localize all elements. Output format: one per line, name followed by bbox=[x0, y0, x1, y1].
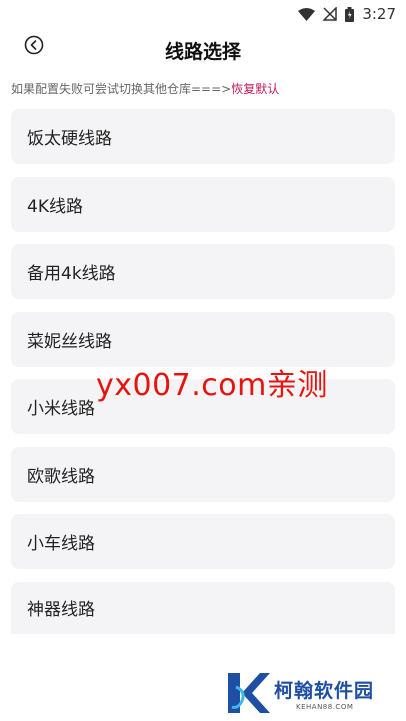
route-label: 欧歌线路 bbox=[27, 466, 95, 487]
route-item[interactable]: 欧歌线路 bbox=[11, 446, 395, 502]
route-label: 小车线路 bbox=[27, 534, 95, 554]
route-item[interactable]: 菜妮丝线路 bbox=[11, 311, 395, 367]
route-label: 菜妮丝线路 bbox=[27, 331, 112, 352]
status-bar: 3:27 bbox=[0, 0, 406, 28]
route-item[interactable]: 备用4k线路 bbox=[11, 244, 395, 299]
hint-text: 如果配置失败可尝试切换其他仓库===> bbox=[11, 82, 232, 96]
brand-text: 柯翰软件园 KEHAN88.COM bbox=[274, 676, 374, 711]
route-item[interactable]: 神器线路 bbox=[11, 581, 395, 634]
route-item[interactable]: 饭太硬线路 bbox=[11, 109, 395, 164]
watermark-text: yx007.com亲测 bbox=[96, 368, 328, 403]
brand-url: KEHAN88.COM bbox=[296, 702, 354, 711]
battery-icon bbox=[345, 6, 355, 22]
route-label: 小米线路 bbox=[27, 399, 95, 419]
restore-default-link[interactable]: 恢复默认 bbox=[231, 82, 279, 96]
brand-logo-icon bbox=[228, 673, 270, 713]
app-bar: 线路选择 bbox=[0, 28, 406, 78]
route-label: 备用4k线路 bbox=[27, 264, 116, 284]
config-hint: 如果配置失败可尝试切换其他仓库===>恢复默认 bbox=[11, 80, 401, 97]
brand-watermark: 柯翰软件园 KEHAN88.COM bbox=[222, 668, 402, 718]
brand-name: 柯翰软件园 bbox=[274, 679, 375, 702]
route-item[interactable]: 小车线路 bbox=[11, 514, 395, 569]
signal-off-icon bbox=[323, 7, 338, 21]
route-label: 4K线路 bbox=[27, 196, 83, 217]
status-time: 3:27 bbox=[362, 5, 396, 23]
route-label: 神器线路 bbox=[27, 600, 95, 620]
wifi-icon bbox=[298, 7, 316, 21]
back-button[interactable] bbox=[22, 33, 46, 57]
route-label: 饭太硬线路 bbox=[27, 129, 112, 149]
route-item[interactable]: 4K线路 bbox=[11, 176, 395, 232]
page-title: 线路选择 bbox=[164, 40, 241, 63]
back-arrow-icon bbox=[24, 35, 44, 55]
